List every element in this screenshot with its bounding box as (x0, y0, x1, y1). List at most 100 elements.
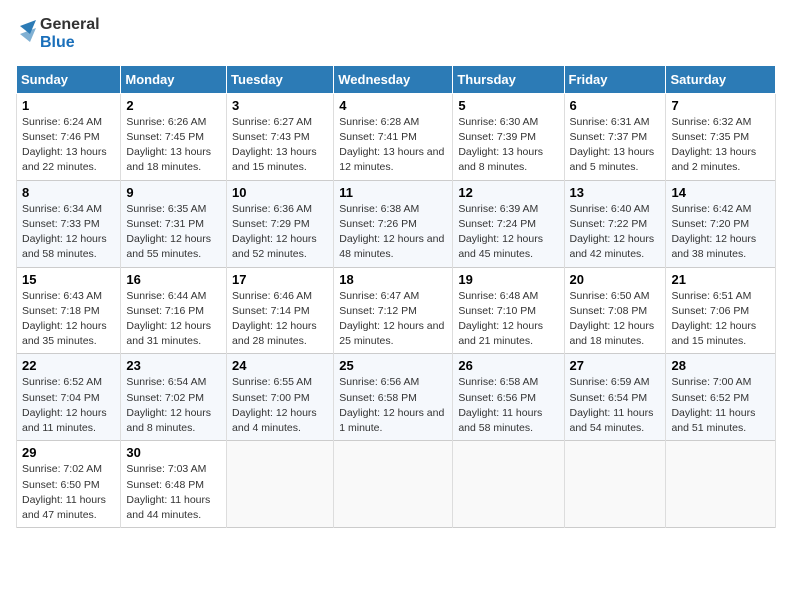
logo-bird-icon (16, 16, 36, 52)
day-number: 21 (671, 272, 770, 287)
sunrise: Sunrise: 6:46 AM (232, 289, 328, 304)
day-number: 14 (671, 185, 770, 200)
daylight: Daylight: 11 hours and 58 minutes. (458, 406, 558, 436)
sunset: Sunset: 7:41 PM (339, 130, 447, 145)
sunset: Sunset: 7:06 PM (671, 304, 770, 319)
sunrise: Sunrise: 6:51 AM (671, 289, 770, 304)
sunset: Sunset: 7:43 PM (232, 130, 328, 145)
calendar-cell: 4 Sunrise: 6:28 AM Sunset: 7:41 PM Dayli… (334, 93, 453, 180)
calendar-cell: 22 Sunrise: 6:52 AM Sunset: 7:04 PM Dayl… (17, 354, 121, 441)
calendar-cell: 25 Sunrise: 6:56 AM Sunset: 6:58 PM Dayl… (334, 354, 453, 441)
sunset: Sunset: 7:12 PM (339, 304, 447, 319)
calendar-cell: 30 Sunrise: 7:03 AM Sunset: 6:48 PM Dayl… (121, 441, 227, 528)
sunset: Sunset: 7:24 PM (458, 217, 558, 232)
sunset: Sunset: 7:00 PM (232, 391, 328, 406)
daylight: Daylight: 13 hours and 22 minutes. (22, 145, 115, 175)
day-info: Sunrise: 6:40 AM Sunset: 7:22 PM Dayligh… (570, 202, 661, 263)
calendar-cell: 8 Sunrise: 6:34 AM Sunset: 7:33 PM Dayli… (17, 180, 121, 267)
daylight: Daylight: 12 hours and 35 minutes. (22, 319, 115, 349)
daylight: Daylight: 13 hours and 18 minutes. (126, 145, 221, 175)
day-number: 15 (22, 272, 115, 287)
day-number: 11 (339, 185, 447, 200)
sunrise: Sunrise: 6:54 AM (126, 375, 221, 390)
calendar-cell: 16 Sunrise: 6:44 AM Sunset: 7:16 PM Dayl… (121, 267, 227, 354)
day-number: 8 (22, 185, 115, 200)
day-info: Sunrise: 6:46 AM Sunset: 7:14 PM Dayligh… (232, 289, 328, 350)
sunrise: Sunrise: 6:39 AM (458, 202, 558, 217)
logo-blue: Blue (40, 34, 100, 52)
sunset: Sunset: 6:50 PM (22, 478, 115, 493)
calendar-week-1: 1 Sunrise: 6:24 AM Sunset: 7:46 PM Dayli… (17, 93, 776, 180)
sunrise: Sunrise: 6:52 AM (22, 375, 115, 390)
sunset: Sunset: 7:45 PM (126, 130, 221, 145)
calendar-cell (666, 441, 776, 528)
calendar-table: SundayMondayTuesdayWednesdayThursdayFrid… (16, 65, 776, 528)
day-number: 12 (458, 185, 558, 200)
sunrise: Sunrise: 6:31 AM (570, 115, 661, 130)
day-info: Sunrise: 6:47 AM Sunset: 7:12 PM Dayligh… (339, 289, 447, 350)
calendar-header-row: SundayMondayTuesdayWednesdayThursdayFrid… (17, 65, 776, 93)
day-info: Sunrise: 6:55 AM Sunset: 7:00 PM Dayligh… (232, 375, 328, 436)
day-info: Sunrise: 6:38 AM Sunset: 7:26 PM Dayligh… (339, 202, 447, 263)
day-number: 18 (339, 272, 447, 287)
daylight: Daylight: 13 hours and 12 minutes. (339, 145, 447, 175)
day-number: 9 (126, 185, 221, 200)
sunrise: Sunrise: 6:58 AM (458, 375, 558, 390)
day-info: Sunrise: 6:44 AM Sunset: 7:16 PM Dayligh… (126, 289, 221, 350)
calendar-cell: 27 Sunrise: 6:59 AM Sunset: 6:54 PM Dayl… (564, 354, 666, 441)
day-info: Sunrise: 6:35 AM Sunset: 7:31 PM Dayligh… (126, 202, 221, 263)
weekday-header-thursday: Thursday (453, 65, 564, 93)
day-number: 6 (570, 98, 661, 113)
day-info: Sunrise: 6:59 AM Sunset: 6:54 PM Dayligh… (570, 375, 661, 436)
day-info: Sunrise: 6:24 AM Sunset: 7:46 PM Dayligh… (22, 115, 115, 176)
weekday-header-saturday: Saturday (666, 65, 776, 93)
weekday-header-friday: Friday (564, 65, 666, 93)
daylight: Daylight: 12 hours and 38 minutes. (671, 232, 770, 262)
daylight: Daylight: 12 hours and 1 minute. (339, 406, 447, 436)
sunrise: Sunrise: 6:35 AM (126, 202, 221, 217)
calendar-cell: 20 Sunrise: 6:50 AM Sunset: 7:08 PM Dayl… (564, 267, 666, 354)
day-number: 29 (22, 445, 115, 460)
daylight: Daylight: 13 hours and 2 minutes. (671, 145, 770, 175)
sunset: Sunset: 6:54 PM (570, 391, 661, 406)
day-info: Sunrise: 6:43 AM Sunset: 7:18 PM Dayligh… (22, 289, 115, 350)
calendar-cell (227, 441, 334, 528)
day-number: 3 (232, 98, 328, 113)
logo: General Blue (16, 16, 100, 53)
calendar-cell: 10 Sunrise: 6:36 AM Sunset: 7:29 PM Dayl… (227, 180, 334, 267)
day-number: 22 (22, 358, 115, 373)
day-info: Sunrise: 6:28 AM Sunset: 7:41 PM Dayligh… (339, 115, 447, 176)
calendar-cell: 21 Sunrise: 6:51 AM Sunset: 7:06 PM Dayl… (666, 267, 776, 354)
day-info: Sunrise: 6:26 AM Sunset: 7:45 PM Dayligh… (126, 115, 221, 176)
calendar-cell: 7 Sunrise: 6:32 AM Sunset: 7:35 PM Dayli… (666, 93, 776, 180)
calendar-cell: 15 Sunrise: 6:43 AM Sunset: 7:18 PM Dayl… (17, 267, 121, 354)
daylight: Daylight: 12 hours and 55 minutes. (126, 232, 221, 262)
day-info: Sunrise: 6:52 AM Sunset: 7:04 PM Dayligh… (22, 375, 115, 436)
calendar-cell (453, 441, 564, 528)
sunrise: Sunrise: 7:02 AM (22, 462, 115, 477)
day-info: Sunrise: 6:27 AM Sunset: 7:43 PM Dayligh… (232, 115, 328, 176)
daylight: Daylight: 12 hours and 18 minutes. (570, 319, 661, 349)
day-info: Sunrise: 6:30 AM Sunset: 7:39 PM Dayligh… (458, 115, 558, 176)
daylight: Daylight: 12 hours and 48 minutes. (339, 232, 447, 262)
calendar-cell: 23 Sunrise: 6:54 AM Sunset: 7:02 PM Dayl… (121, 354, 227, 441)
day-number: 24 (232, 358, 328, 373)
daylight: Daylight: 13 hours and 8 minutes. (458, 145, 558, 175)
sunset: Sunset: 7:31 PM (126, 217, 221, 232)
day-info: Sunrise: 7:02 AM Sunset: 6:50 PM Dayligh… (22, 462, 115, 523)
sunrise: Sunrise: 7:03 AM (126, 462, 221, 477)
day-info: Sunrise: 6:58 AM Sunset: 6:56 PM Dayligh… (458, 375, 558, 436)
day-info: Sunrise: 7:03 AM Sunset: 6:48 PM Dayligh… (126, 462, 221, 523)
day-number: 13 (570, 185, 661, 200)
daylight: Daylight: 12 hours and 8 minutes. (126, 406, 221, 436)
sunset: Sunset: 6:48 PM (126, 478, 221, 493)
day-number: 30 (126, 445, 221, 460)
sunrise: Sunrise: 6:30 AM (458, 115, 558, 130)
day-info: Sunrise: 6:51 AM Sunset: 7:06 PM Dayligh… (671, 289, 770, 350)
calendar-cell: 2 Sunrise: 6:26 AM Sunset: 7:45 PM Dayli… (121, 93, 227, 180)
calendar-week-4: 22 Sunrise: 6:52 AM Sunset: 7:04 PM Dayl… (17, 354, 776, 441)
sunset: Sunset: 7:22 PM (570, 217, 661, 232)
calendar-cell: 29 Sunrise: 7:02 AM Sunset: 6:50 PM Dayl… (17, 441, 121, 528)
sunrise: Sunrise: 6:40 AM (570, 202, 661, 217)
day-number: 28 (671, 358, 770, 373)
